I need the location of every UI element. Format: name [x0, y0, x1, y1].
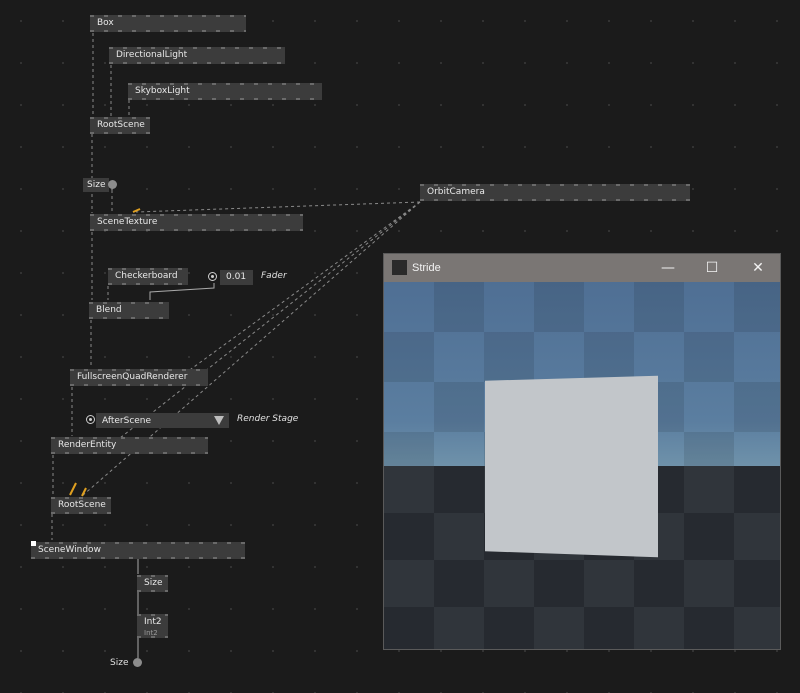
- rendered-box-face: [485, 375, 658, 558]
- blend-node[interactable]: Blend: [89, 302, 169, 319]
- fader-radio-icon[interactable]: [208, 272, 217, 281]
- minimize-button[interactable]: —: [646, 254, 690, 282]
- render-viewport[interactable]: [384, 282, 780, 649]
- scene-window-selection-marker: [31, 541, 36, 546]
- fader-label: Fader: [261, 271, 287, 281]
- box-node-label: Box: [97, 18, 114, 28]
- close-button[interactable]: ✕: [736, 254, 780, 282]
- scene-texture-label: SceneTexture: [97, 217, 158, 227]
- scene-window-node[interactable]: SceneWindow: [31, 542, 245, 559]
- render-stage-enum[interactable]: AfterScene: [96, 413, 229, 428]
- app-icon: [392, 260, 407, 275]
- maximize-button[interactable]: ☐: [690, 254, 734, 282]
- window-title: Stride: [412, 262, 441, 274]
- render-entity-node[interactable]: RenderEntity: [51, 437, 208, 454]
- directional-light-label: DirectionalLight: [116, 50, 188, 60]
- box-node[interactable]: Box: [90, 15, 246, 32]
- window-titlebar[interactable]: Stride — ☐ ✕: [384, 254, 780, 282]
- size-node-label: Size: [144, 578, 163, 588]
- size-output-dot[interactable]: [133, 658, 142, 667]
- render-stage-label: Render Stage: [237, 414, 299, 424]
- root-scene-node-bottom[interactable]: RootScene: [51, 497, 111, 514]
- orbit-camera-node[interactable]: OrbitCamera: [420, 184, 690, 201]
- size-node[interactable]: Size: [137, 575, 168, 592]
- render-stage-radio-icon[interactable]: [86, 415, 95, 424]
- size-output-label: Size: [110, 658, 129, 668]
- fullscreen-quad-renderer-label: FullscreenQuadRenderer: [77, 372, 188, 382]
- orbit-camera-label: OrbitCamera: [427, 187, 485, 197]
- root-scene-bottom-label: RootScene: [58, 500, 106, 510]
- size-pin-dot[interactable]: [108, 180, 117, 189]
- checkerboard-node[interactable]: Checkerboard: [108, 268, 188, 285]
- scene-texture-node[interactable]: SceneTexture: [90, 214, 303, 231]
- fullscreen-quad-renderer-node[interactable]: FullscreenQuadRenderer: [70, 369, 208, 386]
- int2-node[interactable]: Int2 Int2: [137, 614, 168, 638]
- root-scene-top-label: RootScene: [97, 120, 145, 130]
- size-pin-label: Size: [83, 178, 110, 192]
- checkerboard-label: Checkerboard: [115, 271, 178, 281]
- render-entity-label: RenderEntity: [58, 440, 117, 450]
- directional-light-node[interactable]: DirectionalLight: [109, 47, 285, 64]
- skybox-light-node[interactable]: SkyboxLight: [128, 83, 322, 100]
- render-stage-value: AfterScene: [102, 416, 152, 426]
- scene-window-label: SceneWindow: [38, 545, 101, 555]
- root-scene-node-top[interactable]: RootScene: [90, 117, 150, 134]
- blend-label: Blend: [96, 305, 122, 315]
- skybox-light-label: SkyboxLight: [135, 86, 190, 96]
- int2-label: Int2: [144, 617, 162, 627]
- stride-render-window[interactable]: Stride — ☐ ✕: [383, 253, 781, 650]
- fader-value-box[interactable]: 0.01: [220, 270, 253, 285]
- chevron-down-icon: [214, 416, 224, 425]
